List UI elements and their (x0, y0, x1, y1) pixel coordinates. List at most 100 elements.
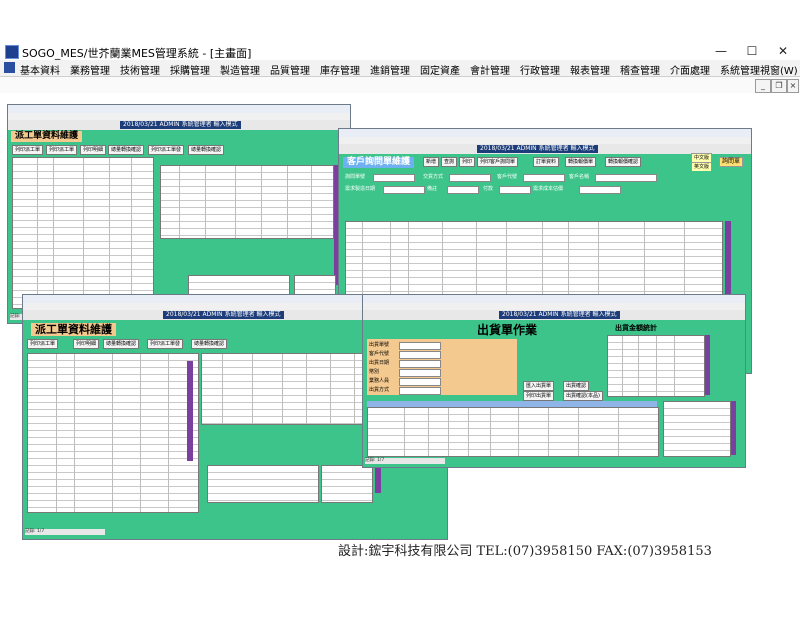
dispatch-detail-grid[interactable] (160, 165, 334, 239)
info-bar: 2018/03/21 ADMIN 系統管理者 輸入模式 (499, 311, 620, 319)
remark-field[interactable] (447, 186, 479, 194)
order-data-button[interactable]: 訂單資料 (533, 157, 560, 167)
shipping-date-field[interactable] (399, 360, 441, 368)
menu-item-7[interactable]: 進銷管理 (370, 62, 410, 77)
sales-field[interactable] (399, 378, 441, 386)
window-title-bar (8, 105, 350, 113)
add-button[interactable]: 新增 (423, 157, 440, 167)
info-date: 2018/03/21 (166, 311, 201, 318)
convert-confirm-button[interactable]: 總量轉換確認 (108, 145, 145, 155)
print-dispatch-button-2[interactable]: 列印派工單 (46, 145, 78, 155)
print-dispatch-issue-button[interactable]: 列印派工單發 (148, 145, 185, 155)
record-status: 記錄: 1/7 (25, 529, 105, 535)
info-date: 2018/03/21 (480, 145, 515, 152)
info-mode: 輸入模式 (570, 145, 595, 152)
delivery-field[interactable] (449, 174, 491, 182)
label-customer-code: 客戶代號 (369, 351, 390, 357)
menu-item-1[interactable]: 業務管理 (70, 62, 110, 77)
side-scrollbar[interactable] (705, 335, 710, 395)
to-quotation-confirm-button[interactable]: 轉換報價確認 (605, 157, 642, 167)
shipping-detail-grid[interactable] (367, 407, 659, 457)
menu-item-4[interactable]: 製造管理 (220, 62, 260, 77)
convert-confirm-button-2[interactable]: 總量轉換確認 (188, 145, 225, 155)
shipping-no-field[interactable] (399, 342, 441, 350)
dispatch-list-grid[interactable] (27, 353, 199, 513)
print-detail-button[interactable]: 列印明細 (73, 339, 100, 349)
app-icon (5, 45, 19, 59)
menu-item-15[interactable]: 視窗(W) (760, 62, 798, 77)
shipping-method-field[interactable] (399, 387, 441, 395)
query-button[interactable]: 查詢 (441, 157, 458, 167)
menu-item-9[interactable]: 會計管理 (470, 62, 510, 77)
print-button[interactable]: 列印 (459, 157, 476, 167)
label-payment: 付款 (483, 186, 494, 192)
dispatch-list-grid[interactable] (12, 157, 154, 309)
label-need-date: 需求製造日期 (345, 186, 376, 192)
menu-item-0[interactable]: 基本資料 (20, 62, 60, 77)
minimize-button[interactable]: — (706, 43, 736, 59)
list-scrollbar[interactable] (187, 361, 193, 461)
process-grid[interactable] (207, 465, 319, 503)
shipping-confirm-button[interactable]: 出貨確認 (563, 381, 590, 391)
menu-item-3[interactable]: 採購管理 (170, 62, 210, 77)
shipping-window[interactable]: 2018/03/21 ADMIN 系統管理者 輸入模式 出貨單作業 出貨單號 客… (362, 294, 746, 468)
label-cost: 需求成本估價 (533, 186, 564, 192)
window-toolbar: 2018/03/21 ADMIN 系統管理者 輸入模式 (363, 310, 745, 320)
menu-item-8[interactable]: 固定資產 (420, 62, 460, 77)
window-menu (363, 303, 745, 310)
dispatch-detail-grid[interactable] (201, 353, 375, 425)
menu-item-10[interactable]: 行政管理 (520, 62, 560, 77)
record-status: 記錄: 1/7 (365, 458, 445, 464)
detail-scrollbar[interactable] (731, 401, 736, 455)
close-button[interactable]: ✕ (768, 43, 798, 59)
menu-item-2[interactable]: 技術管理 (120, 62, 160, 77)
app-title-bar: SOGO_MES/世芥蘭業MES管理系統 - [主畫面] — ☐ ✕ (0, 42, 800, 61)
side-detail-grid[interactable] (663, 401, 731, 457)
label-shipping-method: 出貨方式 (369, 387, 390, 393)
window-toolbar: 2018/03/21 ADMIN 系統管理者 輸入模式 (8, 120, 350, 130)
convert-confirm-button-2[interactable]: 總量轉換確認 (191, 339, 228, 349)
info-date: 2018/03/21 (502, 311, 537, 318)
maximize-button[interactable]: ☐ (737, 43, 767, 59)
print-inquiry-button[interactable]: 列印客戶詢問單 (477, 157, 519, 167)
menu-item-5[interactable]: 品質管理 (270, 62, 310, 77)
to-quotation-button[interactable]: 轉換報價單 (565, 157, 597, 167)
customer-code-field[interactable] (523, 174, 565, 182)
info-user: ADMIN (516, 145, 537, 152)
inquiry-tag-button[interactable]: 詢問單 (719, 157, 744, 167)
remark-grid[interactable] (321, 465, 373, 503)
sub-close-button[interactable]: × (787, 79, 799, 93)
shipping-header-panel: 出貨單號 客戶代號 出貨日期 幣別 業務人員 出貨方式 (367, 339, 517, 395)
sub-minimize-button[interactable]: _ (755, 79, 771, 93)
customer-name-field[interactable] (595, 174, 657, 182)
payment-field[interactable] (499, 186, 531, 194)
info-role: 系統管理者 (538, 145, 569, 152)
import-shipping-button[interactable]: 匯入出貨單 (523, 381, 555, 391)
menu-item-11[interactable]: 報表管理 (570, 62, 610, 77)
inquiry-no-field[interactable] (373, 174, 415, 182)
label-customer-name: 客戶名稱 (569, 174, 590, 180)
menu-item-6[interactable]: 庫存管理 (320, 62, 360, 77)
print-detail-button[interactable]: 列印明細 (80, 145, 107, 155)
footer-credit: 設計:鋐宇科技有限公司 TEL:(07)3958150 FAX:(07)3958… (338, 544, 712, 559)
menu-item-14[interactable]: 系統管理 (720, 62, 760, 77)
label-remark: 備註 (427, 186, 438, 192)
need-date-field[interactable] (383, 186, 425, 194)
print-dispatch-button[interactable]: 列印派工單 (27, 339, 59, 349)
customer-code-field[interactable] (399, 351, 441, 359)
print-dispatch-issue-button[interactable]: 列印派工單發 (147, 339, 184, 349)
dispatch-window-back[interactable]: 2018/03/21 ADMIN 系統管理者 輸入模式 派工單資料維護 列印派工… (7, 104, 351, 324)
print-shipping-button[interactable]: 列印出貨單 (523, 391, 555, 401)
cost-field[interactable] (579, 186, 621, 194)
convert-confirm-button[interactable]: 總量轉換確認 (103, 339, 140, 349)
print-dispatch-button[interactable]: 列印派工單 (12, 145, 44, 155)
menu-bar: 基本資料 業務管理 技術管理 採購管理 製造管理 品質管理 庫存管理 進銷管理 固定資產 會計管理… (0, 60, 800, 77)
label-customer-code: 客戶代號 (497, 174, 518, 180)
menu-item-13[interactable]: 介面處理 (670, 62, 710, 77)
sub-restore-button[interactable]: ❐ (771, 79, 787, 93)
amount-stat-grid[interactable] (607, 335, 705, 397)
currency-field[interactable] (399, 369, 441, 377)
window-title-bar (363, 295, 745, 303)
shipping-confirm-self-button[interactable]: 出貨確認(本品) (563, 391, 603, 401)
menu-item-12[interactable]: 稽查管理 (620, 62, 660, 77)
